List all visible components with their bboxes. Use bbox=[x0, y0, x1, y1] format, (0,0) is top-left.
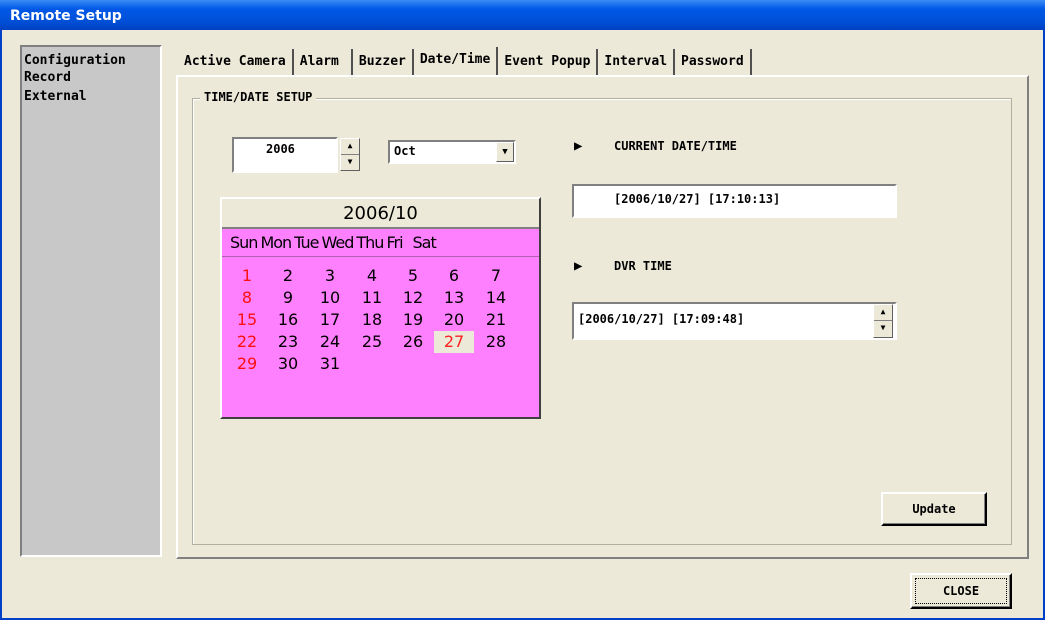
dvr-time-label: DVR TIME bbox=[614, 259, 672, 273]
calendar-day[interactable]: 14 bbox=[476, 287, 516, 309]
sidebar-item-record[interactable]: Record bbox=[24, 68, 158, 89]
calendar-day[interactable]: 19 bbox=[393, 309, 433, 331]
calendar-day[interactable]: 21 bbox=[476, 309, 516, 331]
month-value: Oct bbox=[394, 144, 416, 158]
play-arrow-icon: ▶ bbox=[574, 138, 583, 154]
close-button[interactable]: CLOSE bbox=[910, 573, 1012, 609]
tab-buzzer[interactable]: Buzzer bbox=[353, 49, 414, 75]
calendar-day[interactable]: 5 bbox=[393, 265, 433, 287]
sidebar: Configuration Record External bbox=[20, 45, 162, 557]
play-arrow-icon: ▶ bbox=[574, 258, 583, 274]
calendar-day[interactable]: 7 bbox=[476, 265, 516, 287]
calendar-day[interactable]: 4 bbox=[352, 265, 392, 287]
calendar-weekdays: Sun Mon Tue Wed Thu Fri Sat bbox=[222, 229, 539, 257]
year-spinner[interactable]: ▲ ▼ bbox=[340, 138, 360, 171]
calendar-day[interactable]: 15 bbox=[227, 309, 267, 331]
calendar-header: 2006/10 bbox=[222, 199, 539, 229]
spin-down-icon[interactable]: ▼ bbox=[341, 155, 359, 171]
calendar-day[interactable]: 11 bbox=[352, 287, 392, 309]
current-datetime-value: [2006/10/27] [17:10:13] bbox=[614, 192, 781, 206]
year-value: 2006 bbox=[266, 142, 295, 156]
weekday-label: Mon bbox=[260, 233, 292, 252]
weekday-label: Thu bbox=[356, 233, 384, 252]
calendar-day[interactable]: 12 bbox=[393, 287, 433, 309]
tab-interval[interactable]: Interval bbox=[598, 49, 676, 75]
calendar-day[interactable]: 8 bbox=[227, 287, 267, 309]
calendar-day[interactable]: 22 bbox=[227, 331, 267, 353]
calendar-day[interactable]: 23 bbox=[268, 331, 308, 353]
window-title: Remote Setup bbox=[0, 0, 1045, 30]
calendar-day[interactable]: 2 bbox=[268, 265, 308, 287]
calendar-day[interactable]: 9 bbox=[268, 287, 308, 309]
groupbox-title: TIME/DATE SETUP bbox=[200, 90, 317, 104]
weekday-label: Sun bbox=[230, 233, 258, 252]
calendar-day[interactable]: 20 bbox=[434, 309, 474, 331]
tab-active-camera[interactable]: Active Camera bbox=[178, 49, 294, 75]
tab-alarm[interactable]: Alarm bbox=[294, 49, 353, 75]
calendar-day-today[interactable]: 27 bbox=[434, 331, 474, 353]
tab-bar: Active Camera Alarm Buzzer Date/Time Eve… bbox=[178, 47, 752, 75]
calendar: 2006/10 Sun Mon Tue Wed Thu Fri Sat 1234… bbox=[220, 197, 541, 419]
spin-up-icon[interactable]: ▲ bbox=[874, 305, 892, 321]
spin-down-icon[interactable]: ▼ bbox=[874, 321, 892, 337]
tab-date-time[interactable]: Date/Time bbox=[414, 47, 499, 75]
calendar-day[interactable]: 17 bbox=[310, 309, 350, 331]
weekday-label: Fri bbox=[386, 233, 403, 252]
calendar-day[interactable]: 28 bbox=[476, 331, 516, 353]
calendar-day[interactable]: 31 bbox=[310, 353, 350, 375]
calendar-day[interactable]: 6 bbox=[434, 265, 474, 287]
remote-setup-window: Remote Setup Configuration Record Extern… bbox=[0, 0, 1045, 620]
spin-up-icon[interactable]: ▲ bbox=[341, 139, 359, 155]
tab-password[interactable]: Password bbox=[675, 49, 752, 75]
weekday-label: Sat bbox=[412, 233, 437, 252]
weekday-label: Tue bbox=[294, 233, 319, 252]
calendar-day[interactable]: 3 bbox=[310, 265, 350, 287]
calendar-day[interactable]: 30 bbox=[268, 353, 308, 375]
sidebar-item-external[interactable]: External bbox=[24, 87, 158, 108]
update-button[interactable]: Update bbox=[881, 492, 987, 526]
calendar-day[interactable]: 25 bbox=[352, 331, 392, 353]
dvr-time-spinner[interactable]: ▲ ▼ bbox=[873, 304, 893, 338]
tab-event-popup[interactable]: Event Popup bbox=[498, 49, 599, 75]
calendar-day[interactable]: 29 bbox=[227, 353, 267, 375]
dvr-time-value: [2006/10/27] [17:09:48] bbox=[578, 312, 745, 326]
calendar-day[interactable]: 24 bbox=[310, 331, 350, 353]
calendar-day[interactable]: 16 bbox=[268, 309, 308, 331]
calendar-day[interactable]: 18 bbox=[352, 309, 392, 331]
calendar-day[interactable]: 26 bbox=[393, 331, 433, 353]
chevron-down-icon[interactable]: ▼ bbox=[496, 142, 514, 162]
current-datetime-label: CURRENT DATE/TIME bbox=[614, 139, 737, 153]
calendar-day[interactable]: 10 bbox=[310, 287, 350, 309]
weekday-label: Wed bbox=[321, 233, 355, 252]
calendar-day[interactable]: 1 bbox=[227, 265, 267, 287]
calendar-day[interactable]: 13 bbox=[434, 287, 474, 309]
